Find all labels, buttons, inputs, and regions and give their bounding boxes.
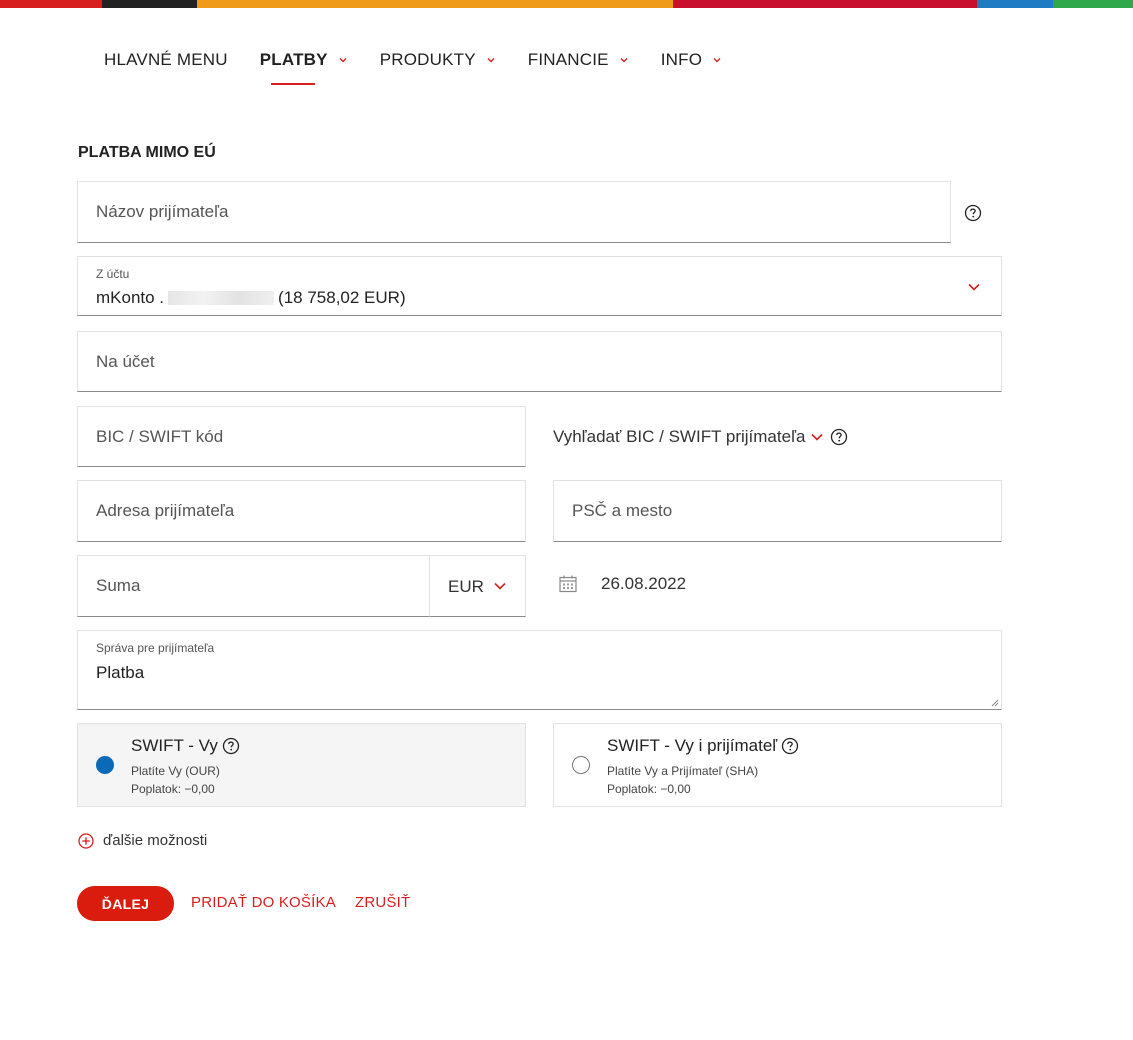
from-account-select[interactable]: Z účtu mKonto . (18 758,02 EUR): [77, 256, 1002, 316]
recipient-name-placeholder: Názov prijímateľa: [96, 202, 229, 221]
next-button[interactable]: ĎALEJ: [77, 886, 174, 921]
amount-placeholder: Suma: [96, 576, 141, 595]
address-field[interactable]: Adresa prijímateľa: [77, 480, 526, 542]
postal-city-field[interactable]: PSČ a mesto: [553, 480, 1002, 542]
nav-item-finance[interactable]: FINANCIE: [528, 50, 629, 70]
help-icon[interactable]: [830, 428, 848, 446]
resize-grip-icon[interactable]: [991, 699, 999, 707]
message-textarea[interactable]: Správa pre prijímateľa Platba: [77, 630, 1002, 710]
radio-unselected[interactable]: [572, 756, 590, 774]
cancel-button[interactable]: ZRUŠIŤ: [355, 894, 410, 911]
currency-value: EUR: [448, 577, 484, 596]
to-account-placeholder: Na účet: [96, 351, 155, 371]
currency-select[interactable]: EUR: [429, 555, 526, 617]
account-balance: (18 758,02 EUR): [278, 288, 406, 307]
active-tab-indicator: [270, 83, 315, 85]
nav-item-products[interactable]: PRODUKTY: [380, 50, 496, 70]
more-options-toggle[interactable]: ďalšie možnosti: [78, 832, 207, 849]
fee-option-charge: Poplatok: −0,00: [131, 782, 215, 796]
to-account-field[interactable]: Na účet: [77, 331, 1002, 392]
radio-selected[interactable]: [96, 756, 114, 774]
more-options-label: ďalšie možnosti: [103, 832, 208, 849]
add-to-cart-button[interactable]: PRIDAŤ DO KOŠÍKA: [191, 894, 336, 911]
message-value: Platba: [96, 663, 145, 682]
fee-option-sha[interactable]: SWIFT - Vy i prijímateľ Platíte Vy a Pri…: [553, 723, 1002, 807]
nav-item-label: INFO: [660, 50, 703, 69]
color-segment-red: [0, 0, 102, 8]
chevron-down-icon: [487, 58, 495, 63]
color-segment-black: [102, 0, 197, 8]
fee-option-title: SWIFT - Vy: [131, 736, 240, 756]
fee-option-title-text: SWIFT - Vy: [131, 736, 218, 755]
bic-placeholder: BIC / SWIFT kód: [96, 426, 224, 446]
page-title: PLATBA MIMO EÚ: [78, 144, 216, 161]
date-value: 26.08.2022: [601, 574, 687, 593]
bic-search-toggle[interactable]: Vyhľadať BIC / SWIFT prijímateľa: [553, 427, 848, 447]
chevron-down-icon: [968, 283, 980, 291]
fee-option-charge: Poplatok: −0,00: [607, 782, 691, 796]
nav-item-info[interactable]: INFO: [661, 50, 722, 70]
date-picker[interactable]: 26.08.2022: [558, 574, 686, 594]
recipient-name-field[interactable]: Názov prijímateľa: [77, 181, 951, 243]
help-icon[interactable]: [222, 737, 240, 755]
masked-account-number: [168, 291, 275, 305]
fee-option-payer: Platíte Vy a Prijímateľ (SHA): [607, 764, 759, 778]
nav-item-label: FINANCIE: [527, 50, 609, 69]
postal-city-placeholder: PSČ a mesto: [572, 501, 673, 520]
chevron-down-icon: [811, 433, 824, 441]
plus-circle-icon: [78, 832, 94, 849]
color-segment-orange: [197, 0, 673, 8]
fee-option-payer: Platíte Vy (OUR): [131, 764, 220, 778]
help-icon[interactable]: [781, 737, 799, 755]
fee-option-our[interactable]: SWIFT - Vy Platíte Vy (OUR) Poplatok: −0…: [77, 723, 526, 807]
fee-option-title: SWIFT - Vy i prijímateľ: [607, 736, 799, 756]
message-label: Správa pre prijímateľa: [96, 641, 215, 655]
chevron-down-icon: [713, 58, 721, 63]
calendar-icon: [559, 575, 577, 593]
chevron-down-icon: [620, 58, 628, 63]
nav-item-label: HLAVNÉ MENU: [104, 50, 228, 69]
chevron-down-icon: [339, 58, 347, 63]
help-icon[interactable]: [964, 204, 982, 222]
bic-search-label: Vyhľadať BIC / SWIFT prijímateľa: [553, 427, 806, 446]
bic-field[interactable]: BIC / SWIFT kód: [77, 406, 526, 467]
account-name: mKonto .: [96, 288, 165, 307]
color-segment-crimson: [673, 0, 977, 8]
nav-item-payments[interactable]: PLATBY: [259, 50, 348, 85]
chevron-down-icon: [494, 582, 506, 590]
nav-item-label: PLATBY: [259, 50, 328, 69]
fee-option-title-text: SWIFT - Vy i prijímateľ: [607, 736, 778, 755]
nav-item-label: PRODUKTY: [379, 50, 476, 69]
color-segment-blue: [977, 0, 1053, 8]
brand-color-bar: [0, 0, 1133, 8]
from-account-label: Z účtu: [96, 267, 130, 281]
main-nav: HLAVNÉ MENU PLATBY PRODUKTY FINANCIE INF…: [104, 48, 754, 85]
color-segment-green: [1053, 0, 1133, 8]
from-account-value: mKonto . (18 758,02 EUR): [96, 288, 406, 308]
address-placeholder: Adresa prijímateľa: [96, 501, 235, 520]
amount-field[interactable]: Suma: [77, 555, 430, 617]
nav-item-main-menu[interactable]: HLAVNÉ MENU: [104, 50, 228, 70]
